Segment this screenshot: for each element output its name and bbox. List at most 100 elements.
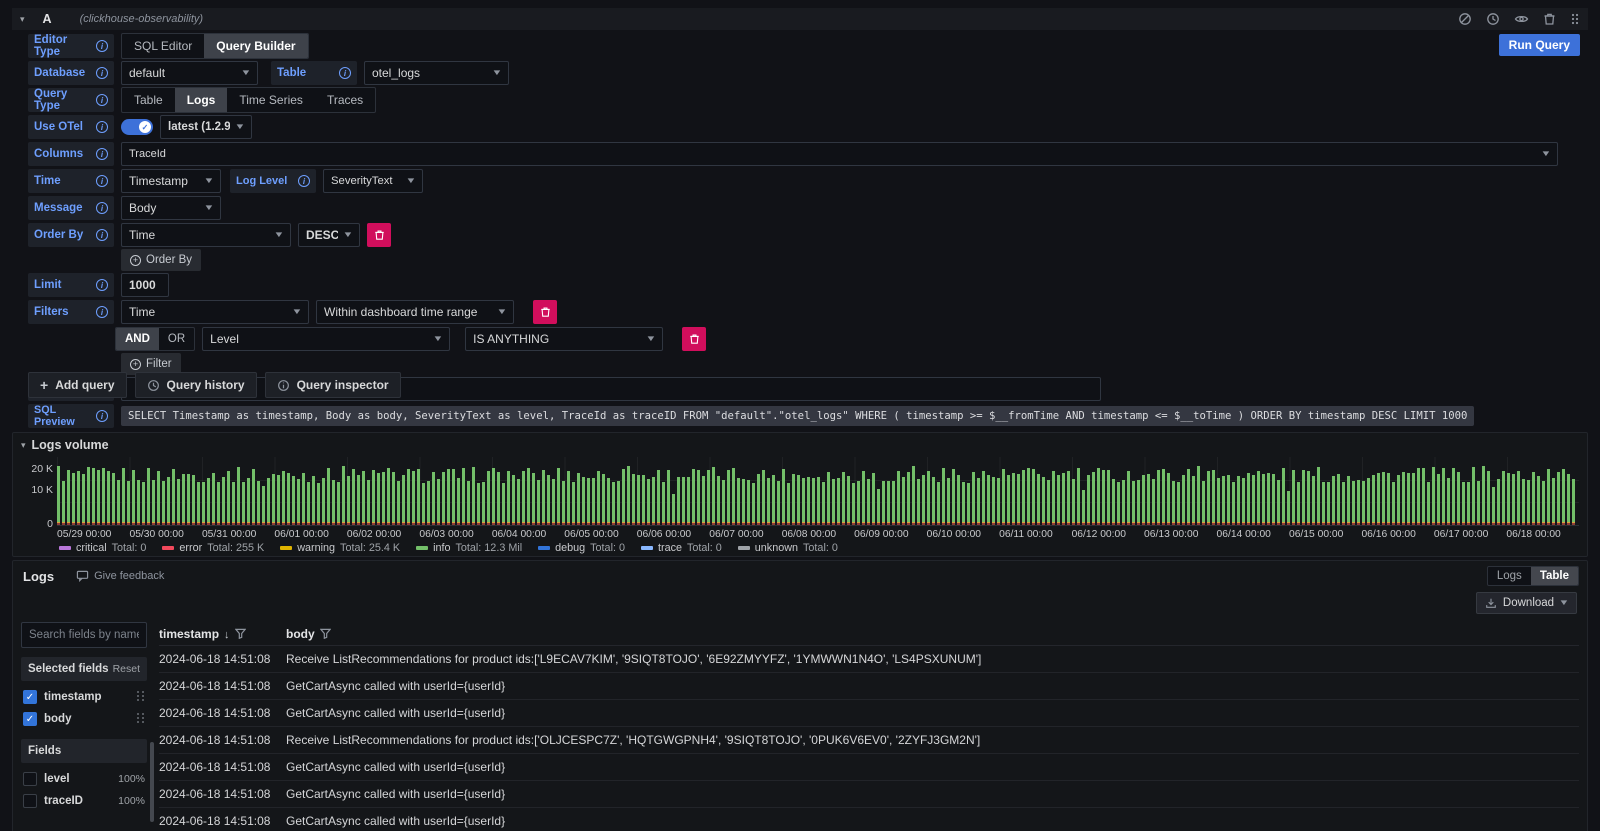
field-item[interactable]: traceID100% xyxy=(21,790,147,812)
use-otel-toggle[interactable] xyxy=(121,119,153,135)
collapse-chevron-icon[interactable]: ▾ xyxy=(20,15,25,24)
info-icon[interactable] xyxy=(96,202,108,214)
volume-bar xyxy=(777,481,780,525)
trash-icon[interactable] xyxy=(1543,12,1556,26)
info-icon[interactable] xyxy=(96,40,108,52)
disable-query-icon[interactable] xyxy=(1458,12,1472,26)
filter2-field-select[interactable]: Level ▼ xyxy=(202,327,450,351)
drag-handle-icon[interactable] xyxy=(1570,12,1580,26)
timestamp-column-header[interactable]: timestamp xyxy=(159,627,286,641)
legend-item[interactable]: traceTotal: 0 xyxy=(641,542,722,554)
checkbox-unchecked[interactable] xyxy=(23,794,37,808)
database-select[interactable]: default ▼ xyxy=(121,61,258,85)
add-query-button[interactable]: + Add query xyxy=(28,372,127,398)
otel-version-select[interactable]: latest (1.2.9) ▼ xyxy=(160,115,252,139)
info-icon[interactable] xyxy=(339,67,351,79)
query-history-button[interactable]: Query history xyxy=(135,372,257,398)
message-column-select[interactable]: Body ▼ xyxy=(121,196,221,220)
tab-table[interactable]: Table xyxy=(122,88,175,112)
chevron-down-icon: ▼ xyxy=(405,177,416,185)
or-option[interactable]: OR xyxy=(159,328,194,350)
remove-order-by-button[interactable] xyxy=(367,223,391,247)
legend-item[interactable]: criticalTotal: 0 xyxy=(59,542,146,554)
logs-volume-header[interactable]: ▾ Logs volume xyxy=(13,433,1587,452)
volume-bar xyxy=(327,468,330,525)
history-icon[interactable] xyxy=(1486,12,1500,26)
table-row[interactable]: 2024-06-18 14:51:08Receive ListRecommend… xyxy=(159,727,1579,754)
tab-query-builder[interactable]: Query Builder xyxy=(204,34,307,58)
info-icon[interactable] xyxy=(96,410,108,422)
info-icon[interactable] xyxy=(96,94,108,106)
volume-bar xyxy=(867,479,870,525)
columns-multiselect[interactable]: TraceId ▼ xyxy=(121,142,1558,166)
legend-item[interactable]: warningTotal: 25.4 K xyxy=(280,542,400,554)
reset-button[interactable]: Reset xyxy=(113,663,140,675)
collapse-chevron-icon[interactable]: ▾ xyxy=(21,441,26,450)
query-inspector-button[interactable]: Query inspector xyxy=(265,372,401,398)
query-row-header[interactable]: ▾ A (clickhouse-observability) xyxy=(12,8,1588,30)
volume-bar xyxy=(67,470,70,525)
info-icon[interactable] xyxy=(96,175,108,187)
table-row[interactable]: 2024-06-18 14:51:08GetCartAsync called w… xyxy=(159,781,1579,808)
filter2-operator-select[interactable]: IS ANYTHING ▼ xyxy=(465,327,663,351)
legend-item[interactable]: unknownTotal: 0 xyxy=(738,542,838,554)
time-column-select[interactable]: Timestamp ▼ xyxy=(121,169,221,193)
body-column-header[interactable]: body xyxy=(286,627,331,641)
view-option-logs[interactable]: Logs xyxy=(1488,567,1531,585)
editor-type-tabs: SQL Editor Query Builder xyxy=(121,33,309,59)
filter-funnel-icon[interactable] xyxy=(320,628,331,639)
table-row[interactable]: 2024-06-18 14:51:08GetCartAsync called w… xyxy=(159,808,1579,831)
drag-handle-icon[interactable] xyxy=(137,713,145,725)
checkbox-checked[interactable] xyxy=(23,712,37,726)
download-button[interactable]: Download ▼ xyxy=(1476,592,1577,614)
tab-logs[interactable]: Logs xyxy=(175,88,228,112)
info-icon[interactable] xyxy=(96,279,108,291)
table-row[interactable]: 2024-06-18 14:51:08GetCartAsync called w… xyxy=(159,673,1579,700)
view-option-table[interactable]: Table xyxy=(1531,567,1578,585)
add-order-by-button[interactable]: Order By xyxy=(121,249,201,271)
sort-desc-icon[interactable] xyxy=(224,627,230,641)
table-row[interactable]: 2024-06-18 14:51:08GetCartAsync called w… xyxy=(159,754,1579,781)
tab-sql-editor[interactable]: SQL Editor xyxy=(122,34,204,58)
sidebar-scrollbar[interactable] xyxy=(150,742,154,822)
volume-bar xyxy=(1302,470,1305,525)
table-row[interactable]: 2024-06-18 14:51:08Receive ListRecommend… xyxy=(159,646,1579,673)
volume-bar xyxy=(1147,474,1150,525)
legend-item[interactable]: debugTotal: 0 xyxy=(538,542,625,554)
eye-icon[interactable] xyxy=(1514,12,1529,26)
filter-funnel-icon[interactable] xyxy=(235,628,246,639)
selected-field-item[interactable]: timestamp xyxy=(21,686,147,708)
and-option[interactable]: AND xyxy=(116,328,159,350)
remove-filter2-button[interactable] xyxy=(682,327,706,351)
volume-bar xyxy=(1412,473,1415,525)
order-by-direction-select[interactable]: DESC ▼ xyxy=(298,223,360,247)
drag-handle-icon[interactable] xyxy=(137,691,145,703)
tab-traces[interactable]: Traces xyxy=(315,88,375,112)
legend-item[interactable]: infoTotal: 12.3 Mil xyxy=(416,542,522,554)
order-by-field-select[interactable]: Time ▼ xyxy=(121,223,291,247)
info-icon[interactable] xyxy=(96,306,108,318)
info-icon[interactable] xyxy=(96,121,108,133)
checkbox-checked[interactable] xyxy=(23,690,37,704)
log-level-select[interactable]: SeverityText ▼ xyxy=(323,169,423,193)
limit-input[interactable] xyxy=(121,273,169,297)
checkbox-unchecked[interactable] xyxy=(23,772,37,786)
search-fields-input[interactable] xyxy=(21,622,147,648)
info-icon[interactable] xyxy=(96,67,108,79)
tab-time-series[interactable]: Time Series xyxy=(227,88,315,112)
table-row[interactable]: 2024-06-18 14:51:08GetCartAsync called w… xyxy=(159,700,1579,727)
volume-bar xyxy=(1107,470,1110,525)
give-feedback-link[interactable]: Give feedback xyxy=(76,570,164,582)
selected-field-item[interactable]: body xyxy=(21,708,147,730)
legend-item[interactable]: errorTotal: 255 K xyxy=(162,542,264,554)
info-icon[interactable] xyxy=(96,148,108,160)
info-icon[interactable] xyxy=(298,175,310,187)
volume-bar xyxy=(687,477,690,525)
filter-field-select[interactable]: Time ▼ xyxy=(121,300,309,324)
info-icon[interactable] xyxy=(96,229,108,241)
field-item[interactable]: level100% xyxy=(21,768,147,790)
remove-filter-button[interactable] xyxy=(533,300,557,324)
table-select[interactable]: otel_logs ▼ xyxy=(364,61,509,85)
logs-volume-plot[interactable] xyxy=(57,457,1579,526)
filter-value-select[interactable]: Within dashboard time range ▼ xyxy=(316,300,514,324)
